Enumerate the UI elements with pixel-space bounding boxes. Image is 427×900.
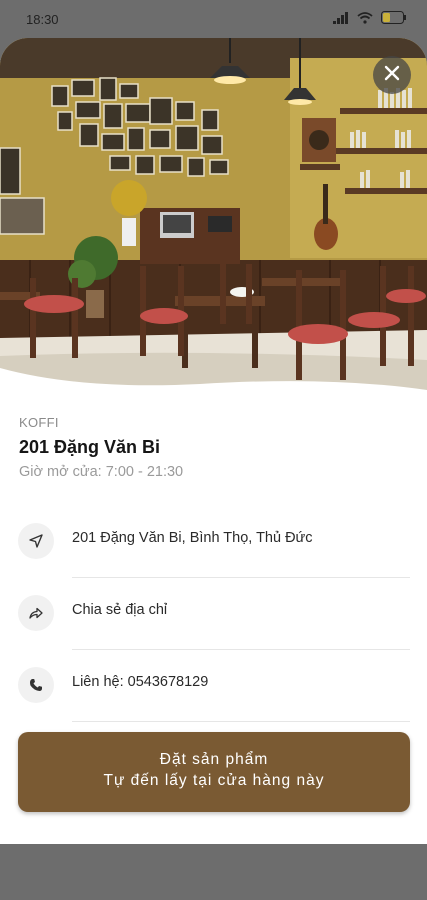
status-icons: [333, 11, 407, 29]
battery-icon: [381, 11, 407, 29]
share-icon: [18, 595, 54, 631]
share-address-row[interactable]: Chia sẻ địa chỉ: [0, 578, 427, 650]
store-name: 201 Đặng Văn Bi: [19, 437, 161, 457]
opening-hours: Giờ mở cửa: 7:00 - 21:30: [19, 464, 184, 480]
close-icon: [383, 64, 401, 87]
close-button[interactable]: [373, 56, 411, 94]
address-row[interactable]: 201 Đặng Văn Bi, Bình Thọ, Thủ Đức: [0, 506, 427, 578]
divider: [72, 721, 410, 722]
contact-row[interactable]: Liên hệ: 0543678129: [0, 650, 427, 722]
address-text: 201 Đặng Văn Bi, Bình Thọ, Thủ Đức: [72, 530, 313, 546]
order-button-title: Đặt sản phẩm: [159, 751, 269, 768]
brand-label: KOFFI: [19, 415, 59, 430]
store-photo: [0, 38, 427, 393]
signal-icon: [333, 11, 349, 29]
order-pickup-button[interactable]: Đặt sản phẩm Tự đến lấy tại cửa hàng này: [18, 732, 410, 812]
share-address-text: Chia sẻ địa chỉ: [72, 602, 168, 618]
status-time: 18:30: [26, 12, 59, 27]
order-button-subtitle: Tự đến lấy tại cửa hàng này: [103, 772, 325, 789]
bottom-overlay: [0, 844, 427, 900]
wifi-icon: [357, 11, 373, 29]
status-bar: 18:30: [0, 0, 427, 40]
store-detail-sheet: KOFFI 201 Đặng Văn Bi Giờ mở cửa: 7:00 -…: [0, 38, 427, 844]
navigation-arrow-icon: [18, 523, 54, 559]
contact-text: Liên hệ: 0543678129: [72, 674, 209, 690]
phone-icon: [18, 667, 54, 703]
